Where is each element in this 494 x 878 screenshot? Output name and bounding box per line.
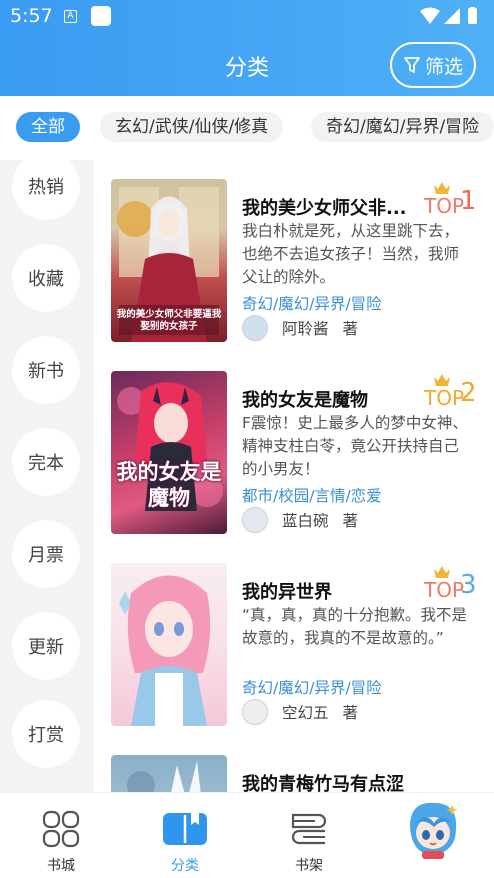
rank-number: 1 [460, 186, 477, 216]
notification-square-icon [91, 6, 111, 26]
nav-label: 书架 [295, 858, 323, 874]
book-card[interactable]: 我的女友是魔物 我的女友是魔物 TOP 2 F震惊！史上最多人的梦中女神、精神支… [94, 352, 494, 534]
sidebar-item-completed[interactable]: 完本 [12, 428, 80, 496]
book-card[interactable]: 我的异世界 TOP 3 “真，真，真的十分抱歉。我不是故意的，我真的不是故意的。… [94, 544, 494, 726]
book-title[interactable]: 我的异世界 [242, 578, 422, 604]
nav-category[interactable]: 分类 [150, 803, 220, 874]
status-bar: 5:57 A [0, 0, 494, 34]
sidebar-item-updated[interactable]: 更新 [12, 612, 80, 680]
category-tabs: 全部 玄幻/武侠/仙侠/修真 奇幻/魔幻/异界/冒险 [0, 96, 494, 160]
sidebar-item-reward[interactable]: 打赏 [12, 700, 80, 768]
author-name: 空幻五 [282, 704, 329, 722]
filter-button-label: 筛选 [424, 55, 463, 78]
book-description: 我白朴就是死，从这里跳下去，也绝不去追女孩子！当然，我师父让的除外。 [242, 222, 460, 286]
book-tags[interactable]: 奇幻/魔幻/异界/冒险 [242, 292, 382, 314]
book-cover[interactable] [111, 755, 227, 792]
book-cover[interactable] [111, 563, 227, 726]
book-cover[interactable]: 我的女友是魔物 [111, 371, 227, 534]
nav-label: 分类 [171, 858, 199, 874]
tab-qihuan[interactable]: 奇幻/魔幻/异界/冒险 [311, 112, 494, 142]
book-list: 我的美少女师父非要逼我娶别的女孩子 我的美少女师父非... TOP 1 我白朴就… [94, 160, 494, 792]
book-card[interactable]: 我的美少女师父非要逼我娶别的女孩子 我的美少女师父非... TOP 1 我白朴就… [94, 160, 494, 342]
author-avatar [242, 699, 268, 725]
rank-badge: TOP 3 [424, 566, 484, 602]
status-time: 5:57 [10, 5, 53, 27]
sidebar-item-new[interactable]: 新书 [12, 336, 80, 404]
rank-badge: TOP 2 [424, 374, 484, 410]
book-author: 阿聆酱 著 [242, 314, 358, 342]
app-header: 5:57 A 分类 筛选 [0, 0, 494, 96]
author-suffix: 著 [342, 320, 359, 338]
notification-a-icon: A [64, 10, 77, 23]
rank-number: 2 [460, 378, 477, 408]
book-author: 空幻五 著 [242, 698, 358, 726]
book-tags[interactable]: 奇幻/魔幻/异界/冒险 [242, 676, 382, 698]
rank-label: TOP [424, 386, 465, 410]
cover-illustration [127, 761, 201, 792]
book-description: “真，真，真的十分抱歉。我不是故意的，我真的不是故意的。” [242, 606, 468, 647]
bookshelf-icon [291, 813, 327, 845]
nav-mascot-avatar[interactable] [400, 797, 464, 867]
author-suffix: 著 [342, 704, 359, 722]
rank-badge: TOP 1 [424, 182, 484, 218]
book-tags[interactable]: 都市/校园/言情/恋爱 [242, 484, 382, 506]
tab-xuanhuan[interactable]: 玄幻/武侠/仙侠/修真 [100, 112, 284, 142]
tab-all[interactable]: 全部 [16, 112, 80, 142]
book-author: 蓝白碗 著 [242, 506, 358, 534]
cover-title: 我的美少女师父非要逼我娶别的女孩子 [116, 309, 222, 332]
crown-icon [434, 182, 450, 194]
rank-number: 3 [460, 570, 477, 600]
crown-icon [434, 566, 450, 578]
cover-title: 我的女友是魔物 [116, 460, 222, 510]
category-icon [163, 813, 207, 845]
nav-label: 书城 [47, 858, 75, 874]
sidebar-item-hot[interactable]: 热销 [12, 160, 80, 220]
book-description: F震惊！史上最多人的梦中女神、精神支柱白苓，竟公开扶持自己的小男友！ [242, 414, 468, 478]
rank-label: TOP [424, 194, 465, 218]
sidebar-item-monthly-ticket[interactable]: 月票 [12, 520, 80, 588]
sort-sidebar: 热销 收藏 新书 完本 月票 更新 打赏 [0, 160, 94, 792]
author-avatar [242, 315, 268, 341]
bottom-nav: 书城 分类 书架 [0, 792, 494, 878]
nav-bookshelf[interactable]: 书架 [274, 803, 344, 874]
filter-button[interactable]: 筛选 [390, 42, 476, 88]
book-title[interactable]: 我的青梅竹马有点涩 [242, 770, 442, 792]
author-avatar [242, 507, 268, 533]
book-title[interactable]: 我的女友是魔物 [242, 386, 422, 412]
bookstore-icon [42, 810, 80, 848]
sidebar-item-favorites[interactable]: 收藏 [12, 244, 80, 312]
book-cover[interactable]: 我的美少女师父非要逼我娶别的女孩子 [111, 179, 227, 342]
cover-illustration [119, 575, 211, 726]
nav-bookstore[interactable]: 书城 [26, 803, 96, 874]
author-name: 阿聆酱 [282, 320, 329, 338]
book-card[interactable]: 我的青梅竹马有点涩 [94, 736, 494, 792]
rank-label: TOP [424, 578, 465, 602]
book-title[interactable]: 我的美少女师父非... [242, 194, 422, 220]
crown-icon [434, 374, 450, 386]
author-suffix: 著 [342, 512, 359, 530]
filter-icon [404, 57, 420, 73]
author-name: 蓝白碗 [282, 512, 329, 530]
signal-wifi-battery-icon [420, 7, 477, 24]
mascot-avatar-icon [410, 802, 458, 859]
